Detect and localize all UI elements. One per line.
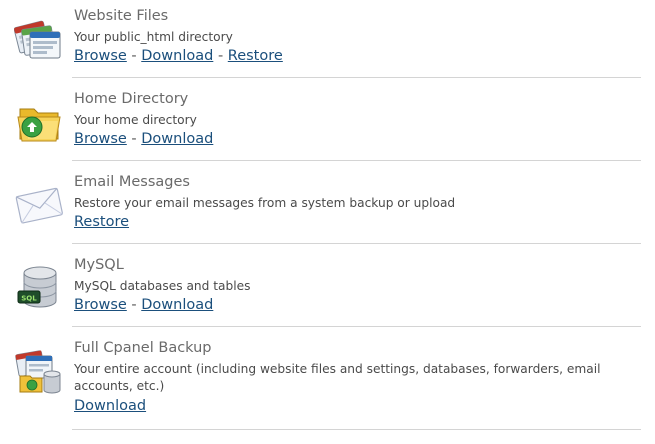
backup-item-email-messages: Email Messages Restore your email messag… bbox=[0, 166, 655, 244]
mysql-title: MySQL bbox=[74, 257, 124, 273]
email-envelope-icon bbox=[14, 178, 66, 230]
mysql-download-link[interactable]: Download bbox=[141, 297, 213, 313]
mysql-browse-link[interactable]: Browse bbox=[74, 297, 127, 313]
website-files-description: Your public_html directory bbox=[74, 30, 233, 44]
email-messages-description: Restore your email messages from a syste… bbox=[74, 196, 456, 210]
full-backup-actions: Download bbox=[74, 398, 146, 414]
sql-badge-text: SQL bbox=[21, 295, 37, 303]
home-directory-folder-icon bbox=[14, 95, 66, 147]
home-directory-download-link[interactable]: Download bbox=[141, 131, 213, 147]
item-divider bbox=[72, 326, 641, 327]
website-files-restore-link[interactable]: Restore bbox=[228, 48, 283, 64]
link-separator: - bbox=[131, 48, 137, 64]
mysql-description: MySQL databases and tables bbox=[74, 279, 251, 293]
email-messages-title: Email Messages bbox=[74, 174, 190, 190]
full-backup-description: Your entire account (including website f… bbox=[74, 362, 601, 393]
website-files-download-link[interactable]: Download bbox=[141, 48, 213, 64]
link-separator: - bbox=[217, 48, 224, 64]
item-divider bbox=[72, 429, 641, 430]
link-separator: - bbox=[131, 131, 137, 147]
item-divider bbox=[72, 77, 641, 78]
full-backup-download-link[interactable]: Download bbox=[74, 398, 146, 414]
backup-item-full-cpanel: Full Cpanel Backup Your entire account (… bbox=[0, 332, 655, 432]
website-files-icon bbox=[13, 12, 66, 64]
backup-item-mysql: SQL MySQL MySQL databases and tables Bro… bbox=[0, 249, 655, 327]
item-divider bbox=[72, 160, 641, 161]
website-files-browse-link[interactable]: Browse bbox=[74, 48, 127, 64]
item-divider bbox=[72, 243, 641, 244]
link-separator: - bbox=[131, 297, 137, 313]
mysql-database-icon: SQL bbox=[14, 261, 66, 313]
email-messages-restore-link[interactable]: Restore bbox=[74, 214, 129, 230]
home-directory-title: Home Directory bbox=[74, 91, 189, 107]
home-directory-browse-link[interactable]: Browse bbox=[74, 131, 127, 147]
backup-item-home-directory: Home Directory Your home directory Brows… bbox=[0, 83, 655, 161]
home-directory-description: Your home directory bbox=[74, 113, 197, 127]
mysql-actions: Browse - Download bbox=[74, 297, 213, 313]
full-backup-title: Full Cpanel Backup bbox=[74, 340, 212, 356]
full-backup-icon bbox=[14, 344, 66, 396]
website-files-actions: Browse - Download - Restore bbox=[74, 48, 283, 64]
backup-item-website-files: Website Files Your public_html directory… bbox=[0, 0, 655, 78]
home-directory-actions: Browse - Download bbox=[74, 131, 213, 147]
website-files-title: Website Files bbox=[74, 8, 169, 24]
backup-options-panel: Website Files Your public_html directory… bbox=[0, 0, 655, 444]
email-messages-actions: Restore bbox=[74, 214, 129, 230]
